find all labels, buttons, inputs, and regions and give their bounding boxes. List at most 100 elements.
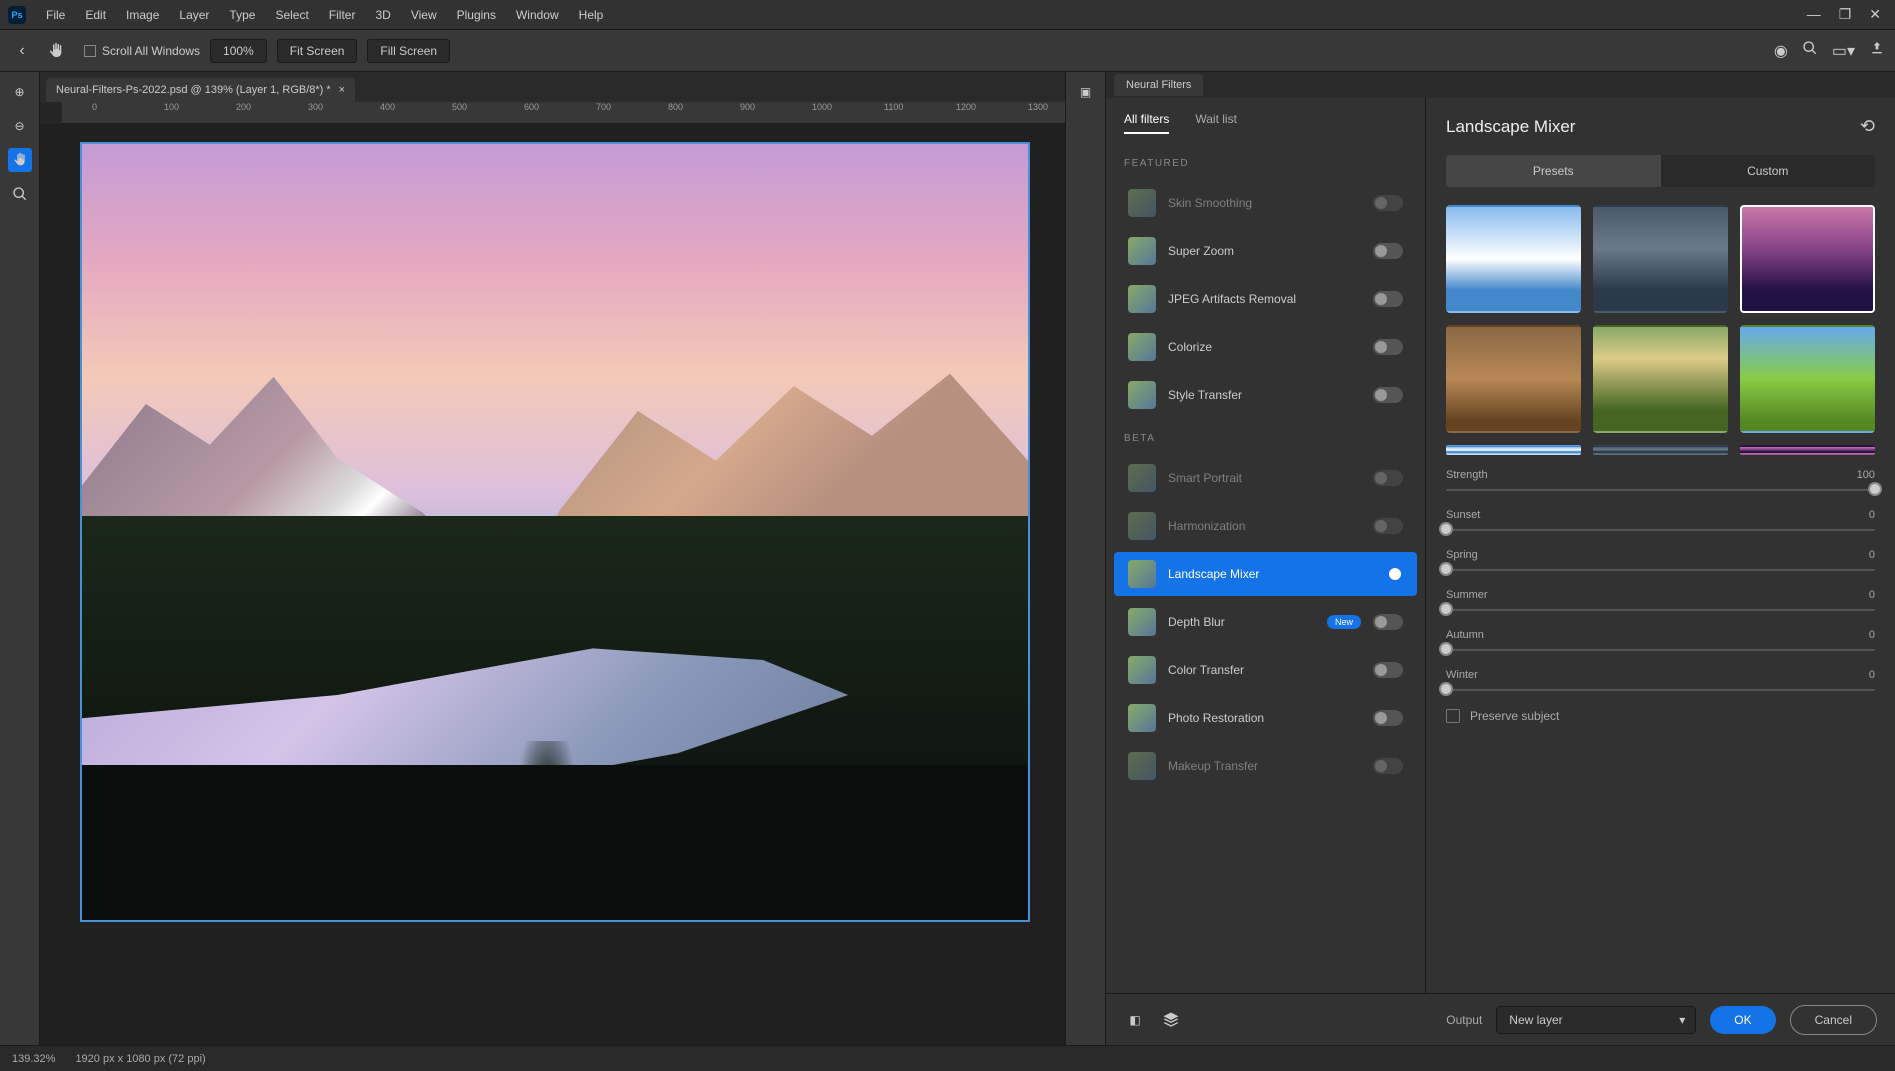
scroll-all-label: Scroll All Windows [102,44,200,58]
filter-depth-blur[interactable]: Depth BlurNew [1114,600,1417,644]
document-area: Neural-Filters-Ps-2022.psd @ 139% (Layer… [40,72,1065,1045]
filter-toggle[interactable] [1373,566,1403,582]
menu-layer[interactable]: Layer [169,4,219,26]
slider-track[interactable] [1446,649,1875,651]
layers-icon[interactable] [1160,1009,1182,1031]
tab-presets[interactable]: Presets [1446,155,1661,187]
filter-thumb-icon [1128,381,1156,409]
preserve-subject-checkbox[interactable] [1446,709,1460,723]
tab-custom[interactable]: Custom [1661,155,1876,187]
menu-edit[interactable]: Edit [75,4,116,26]
preset-thumb-3[interactable] [1740,205,1875,313]
app-logo: Ps [8,6,26,24]
canvas-viewport[interactable] [40,124,1065,1045]
filter-toggle[interactable] [1373,710,1403,726]
preset-thumb-more-2[interactable] [1593,445,1728,455]
fit-screen-button[interactable]: Fit Screen [277,39,358,63]
preset-thumb-more-1[interactable] [1446,445,1581,455]
minimize-icon[interactable]: — [1807,6,1821,23]
document-tab[interactable]: Neural-Filters-Ps-2022.psd @ 139% (Layer… [46,78,355,102]
slider-thumb[interactable] [1439,522,1453,536]
filter-color-transfer[interactable]: Color Transfer [1114,648,1417,692]
ruler-tick: 1200 [956,102,976,112]
search-icon[interactable] [1802,40,1818,61]
zoom-level-button[interactable]: 100% [210,39,267,63]
before-after-icon[interactable]: ◧ [1124,1009,1146,1031]
filter-toggle[interactable] [1373,243,1403,259]
preset-thumb-5[interactable] [1593,325,1728,433]
tab-all-filters[interactable]: All filters [1124,112,1169,134]
ok-button[interactable]: OK [1710,1006,1775,1034]
filter-label: Skin Smoothing [1168,196,1361,210]
ruler-tick: 900 [740,102,755,112]
menu-plugins[interactable]: Plugins [447,4,506,26]
hand-tool-icon[interactable] [8,148,32,172]
fill-screen-button[interactable]: Fill Screen [367,39,450,63]
menu-select[interactable]: Select [265,4,318,26]
filter-super-zoom[interactable]: Super Zoom [1114,229,1417,273]
filter-toggle[interactable] [1373,614,1403,630]
zoom-out-tool-icon[interactable]: ⊖ [8,114,32,138]
close-icon[interactable]: ✕ [1869,6,1881,23]
filter-thumb-icon [1128,704,1156,732]
share-icon[interactable] [1869,40,1885,61]
slider-track[interactable] [1446,489,1875,491]
workspace-icon[interactable]: ▭▾ [1832,41,1855,61]
hand-tool-icon[interactable] [44,39,68,63]
menu-filter[interactable]: Filter [319,4,366,26]
filter-thumb-icon [1128,333,1156,361]
filter-jpeg-artifacts-removal[interactable]: JPEG Artifacts Removal [1114,277,1417,321]
preset-thumb-2[interactable] [1593,205,1728,313]
filter-thumb-icon [1128,656,1156,684]
panel-expand-icon[interactable]: ▣ [1074,80,1098,104]
zoom-tool-icon[interactable] [8,182,32,206]
home-back-button[interactable]: ‹ [10,39,34,63]
slider-label: Summer [1446,589,1488,601]
filter-thumb-icon [1128,560,1156,588]
close-tab-icon[interactable]: × [339,84,345,96]
menu-view[interactable]: View [401,4,447,26]
menu-image[interactable]: Image [116,4,169,26]
filter-toggle[interactable] [1373,387,1403,403]
target-tool-icon[interactable]: ⊕ [8,80,32,104]
filter-label: Color Transfer [1168,663,1361,677]
preset-thumb-1[interactable] [1446,205,1581,313]
slider-label: Strength [1446,469,1488,481]
tab-wait-list[interactable]: Wait list [1195,112,1237,134]
ruler-tick: 700 [596,102,611,112]
menu-3d[interactable]: 3D [365,4,400,26]
filter-thumb-icon [1128,189,1156,217]
reset-icon[interactable]: ⟲ [1860,116,1875,137]
filter-toggle[interactable] [1373,662,1403,678]
slider-track[interactable] [1446,689,1875,691]
slider-thumb[interactable] [1439,642,1453,656]
preset-thumb-4[interactable] [1446,325,1581,433]
cancel-button[interactable]: Cancel [1790,1005,1877,1035]
slider-thumb[interactable] [1439,682,1453,696]
preset-thumb-6[interactable] [1740,325,1875,433]
menu-window[interactable]: Window [506,4,569,26]
slider-thumb[interactable] [1868,482,1882,496]
maximize-icon[interactable]: ❐ [1839,6,1852,23]
filter-photo-restoration[interactable]: Photo Restoration [1114,696,1417,740]
slider-track[interactable] [1446,569,1875,571]
output-select[interactable]: New layer [1496,1006,1696,1034]
slider-thumb[interactable] [1439,602,1453,616]
panel-tab-neural-filters[interactable]: Neural Filters [1114,74,1203,96]
filter-harmonization: Harmonization [1114,504,1417,548]
filter-toggle[interactable] [1373,291,1403,307]
menu-file[interactable]: File [36,4,75,26]
preset-thumb-more-3[interactable] [1740,445,1875,455]
filter-colorize[interactable]: Colorize [1114,325,1417,369]
filter-label: Landscape Mixer [1168,567,1361,581]
filter-style-transfer[interactable]: Style Transfer [1114,373,1417,417]
menu-type[interactable]: Type [219,4,265,26]
slider-track[interactable] [1446,529,1875,531]
slider-thumb[interactable] [1439,562,1453,576]
slider-track[interactable] [1446,609,1875,611]
scroll-all-checkbox[interactable] [84,45,96,57]
filter-landscape-mixer[interactable]: Landscape Mixer [1114,552,1417,596]
cloud-docs-icon[interactable]: ◉ [1774,41,1788,61]
menu-help[interactable]: Help [569,4,614,26]
filter-toggle[interactable] [1373,339,1403,355]
